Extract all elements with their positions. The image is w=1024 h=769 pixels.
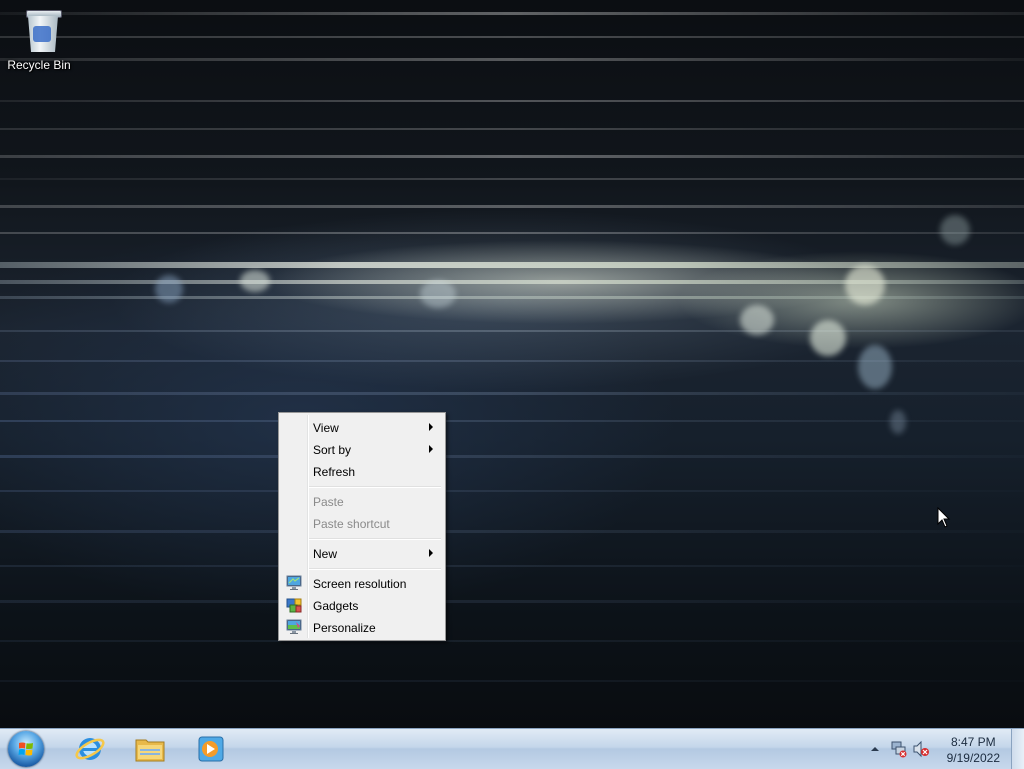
menu-item-label: Screen resolution (313, 577, 407, 591)
taskbar: 8:47 PM 9/19/2022 (0, 728, 1024, 769)
menu-item-paste[interactable]: Paste (281, 490, 443, 512)
menu-item-refresh[interactable]: Refresh (281, 460, 443, 482)
menu-item-gadgets[interactable]: Gadgets (281, 594, 443, 616)
menu-item-personalize[interactable]: Personalize (281, 616, 443, 638)
taskbar-media-player[interactable] (184, 732, 236, 766)
menu-separator (309, 568, 441, 570)
menu-item-view[interactable]: View (281, 416, 443, 438)
windows-logo-icon (18, 742, 33, 756)
mouse-cursor-icon (937, 507, 951, 528)
volume-muted-icon[interactable] (912, 740, 930, 758)
windows-explorer-icon (135, 739, 165, 762)
submenu-arrow-icon (429, 423, 433, 431)
desktop-icon-recycle-bin[interactable]: Recycle Bin (4, 6, 74, 76)
show-desktop-button[interactable] (1011, 729, 1024, 769)
menu-item-screen-resolution[interactable]: Screen resolution (281, 572, 443, 594)
menu-item-label: Personalize (313, 621, 376, 635)
personalize-icon (286, 619, 302, 634)
taskbar-internet-explorer[interactable] (64, 732, 116, 766)
menu-separator (309, 538, 441, 540)
clock-time: 8:47 PM (950, 735, 996, 749)
menu-separator (309, 486, 441, 488)
menu-item-new[interactable]: New (281, 542, 443, 564)
media-player-icon (198, 736, 224, 762)
desktop-icon-label: Recycle Bin (7, 58, 71, 72)
desktop-wallpaper[interactable] (0, 0, 1024, 728)
menu-item-label: Paste (313, 495, 344, 509)
menu-item-label: Sort by (313, 443, 352, 457)
menu-item-label: New (313, 547, 338, 561)
submenu-arrow-icon (429, 549, 433, 557)
show-hidden-icons-arrow[interactable] (870, 744, 880, 754)
network-icon[interactable] (890, 740, 908, 758)
monitor-icon (286, 575, 302, 590)
desktop-context-menu: View Sort by Refresh Paste Paste shortcu… (278, 412, 446, 641)
menu-item-label: Gadgets (313, 599, 359, 613)
clock-date: 9/19/2022 (946, 751, 1000, 765)
menu-item-label: Refresh (313, 465, 356, 479)
internet-explorer-icon (75, 738, 105, 760)
menu-item-label: Paste shortcut (313, 517, 390, 531)
system-tray: 8:47 PM 9/19/2022 (854, 729, 1024, 769)
menu-item-paste-shortcut[interactable]: Paste shortcut (281, 512, 443, 534)
menu-item-sort-by[interactable]: Sort by (281, 438, 443, 460)
gadgets-icon (286, 598, 302, 613)
start-button[interactable] (8, 731, 44, 767)
clock[interactable]: 8:47 PM 9/19/2022 (947, 734, 1000, 766)
submenu-arrow-icon (429, 445, 433, 453)
menu-item-label: View (313, 421, 339, 435)
taskbar-windows-explorer[interactable] (124, 732, 176, 766)
